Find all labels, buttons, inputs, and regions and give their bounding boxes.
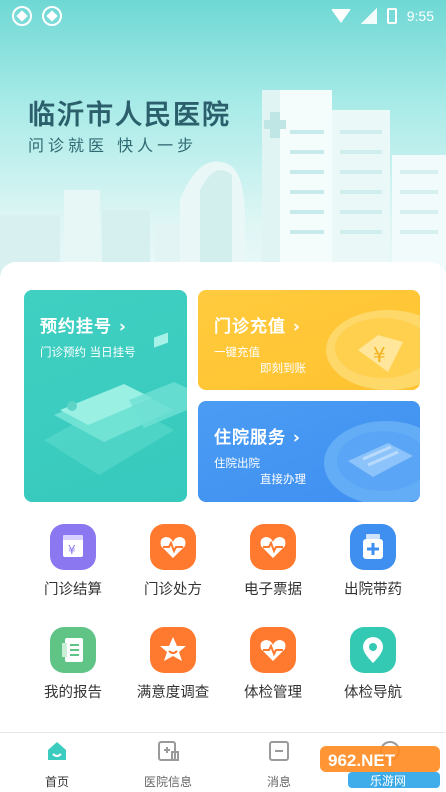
recharge-tile[interactable]: ¥ 门诊充值 › 一键充值 即刻到账 [198, 290, 420, 390]
report-icon [50, 627, 96, 673]
service-label: 满意度调查 [136, 685, 210, 701]
hospital-slogan: 问诊就医 快人一步 [28, 136, 198, 155]
service-label: 出院带药 [344, 582, 402, 598]
appointment-tile[interactable]: 预约挂号 › 门诊预约 当日挂号 [24, 290, 187, 502]
nav-home[interactable]: 首页 [12, 739, 102, 790]
nav-label: 消息 [266, 775, 291, 789]
battery-icon [386, 8, 397, 24]
svg-text:¥: ¥ [373, 343, 386, 367]
service-discharge-medicine[interactable]: 出院带药 [318, 524, 428, 599]
yuan-wallet-icon: ¥ [50, 524, 96, 570]
signal-icon [360, 8, 377, 24]
service-outpatient-settlement[interactable]: ¥ 门诊结算 [18, 524, 128, 599]
location-pin-icon [350, 627, 396, 673]
nav-messages[interactable]: 消息 [234, 739, 324, 790]
inpatient-sub2: 直接办理 [260, 472, 306, 486]
notification-icon [12, 6, 32, 26]
inpatient-sub1: 住院出院 [214, 456, 260, 470]
notification-icon [42, 6, 62, 26]
recharge-sub1: 一键充值 [214, 345, 260, 359]
service-checkup-management[interactable]: 体检管理 [218, 627, 328, 702]
heart-pulse-icon [250, 627, 296, 673]
service-label: 我的报告 [44, 685, 102, 701]
watermark-logo: 962.NET 乐游网 [320, 746, 440, 788]
hero-banner: 9:55 临沂市人民医院 问诊就医 快人一步 [0, 0, 446, 300]
heart-pulse-icon [150, 524, 196, 570]
medicine-bottle-icon [350, 524, 396, 570]
appointment-subtitle: 门诊预约 当日挂号 [40, 345, 136, 359]
status-time: 9:55 [406, 8, 434, 24]
svg-text:962.NET: 962.NET [328, 751, 396, 770]
service-my-report[interactable]: 我的报告 [18, 627, 128, 702]
svg-text:乐游网: 乐游网 [370, 774, 406, 788]
service-e-receipt[interactable]: 电子票据 [218, 524, 328, 599]
appointment-title: 预约挂号 › [40, 317, 127, 337]
service-label: 体检管理 [244, 685, 302, 701]
heart-pulse-icon [250, 524, 296, 570]
inpatient-tile[interactable]: 住院服务 › 住院出院 直接办理 [198, 401, 420, 502]
hospital-info-icon [158, 741, 179, 761]
svg-text:¥: ¥ [68, 543, 76, 557]
message-icon [269, 741, 289, 761]
service-label: 门诊结算 [44, 582, 102, 598]
recharge-sub2: 即刻到账 [260, 361, 306, 375]
recharge-title: 门诊充值 › [214, 317, 301, 337]
service-label: 体检导航 [344, 685, 402, 701]
nav-label: 首页 [44, 775, 69, 789]
inpatient-title: 住院服务 › [214, 428, 301, 448]
home-icon [48, 742, 66, 760]
document-illustration [324, 421, 420, 502]
nav-label: 医院信息 [143, 775, 192, 789]
site-watermark: 962.NET 乐游网 [318, 740, 444, 790]
coin-illustration: ¥ [326, 310, 420, 390]
hospital-name: 临沂市人民医院 [28, 100, 231, 131]
star-icon [150, 627, 196, 673]
service-label: 门诊处方 [144, 582, 202, 598]
service-label: 电子票据 [244, 582, 302, 598]
status-bar: 9:55 [0, 0, 446, 32]
service-checkup-navigation[interactable]: 体检导航 [318, 627, 428, 702]
wifi-icon [330, 9, 351, 23]
service-outpatient-prescription[interactable]: 门诊处方 [118, 524, 228, 599]
service-satisfaction-survey[interactable]: 满意度调查 [118, 627, 228, 702]
nav-hospital-info[interactable]: 医院信息 [123, 739, 213, 790]
